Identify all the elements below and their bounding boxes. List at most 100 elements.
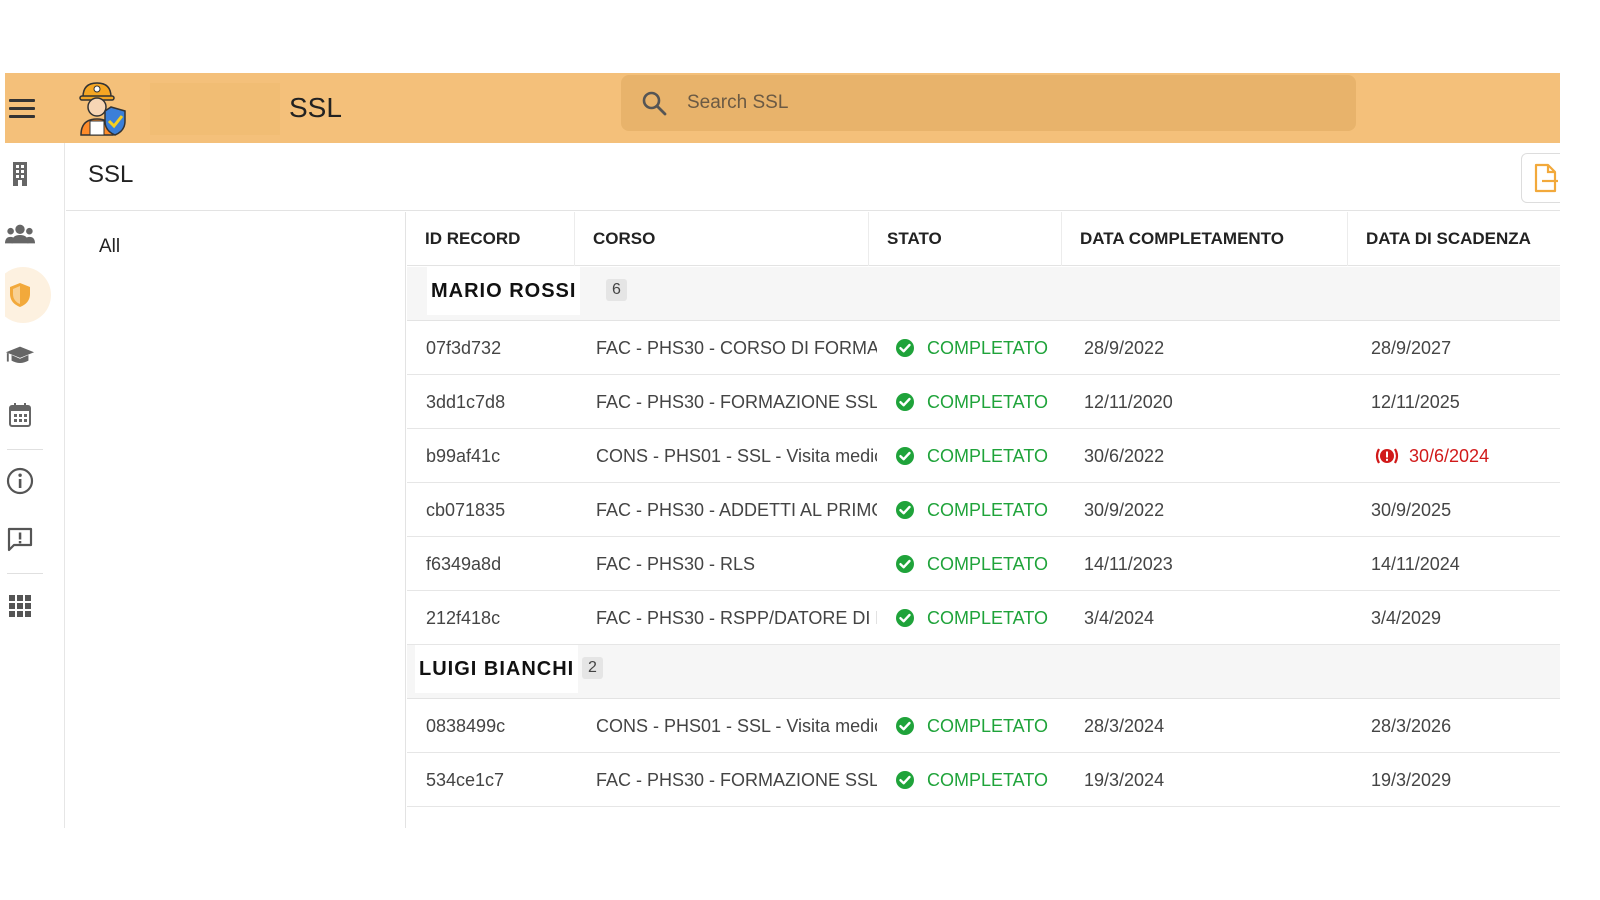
app-title: SSL: [289, 92, 342, 123]
cell-id-record: 3dd1c7d8: [426, 392, 506, 412]
nav-item-people[interactable]: [5, 219, 35, 249]
cell-id-record: 07f3d732: [426, 338, 502, 358]
status-label: COMPLETATO: [927, 716, 1049, 736]
cell-stato: COMPLETATO: [895, 537, 1065, 591]
table-row[interactable]: 0838499c CONS - PHS01 - SSL - Visita medi…: [407, 699, 1560, 753]
nav-item-feedback[interactable]: [5, 525, 35, 555]
expiry-date: 28/9/2027: [1371, 338, 1452, 358]
status-label: COMPLETATO: [927, 446, 1049, 466]
filter-panel: All: [66, 212, 406, 828]
expiry-date: 12/11/2025: [1371, 392, 1460, 412]
check-circle-icon: [896, 555, 914, 573]
expiry-date: 30/9/2025: [1371, 500, 1452, 520]
cell-id-record: f6349a8d: [426, 554, 502, 574]
column-header-data-completamento[interactable]: DATA COMPLETAMENTO: [1062, 212, 1348, 266]
check-circle-icon: [896, 771, 914, 789]
nav-item-building[interactable]: [5, 159, 35, 189]
cell-id-record: b99af41c: [426, 446, 501, 466]
cell-data-completamento: 12/11/2020: [1084, 392, 1173, 412]
group-row[interactable]: LUIGI BIANCHI 2: [407, 645, 1560, 699]
page-title: SSL: [88, 161, 134, 188]
cell-corso: CONS - PHS01 - SSL - Visita medic: [596, 446, 877, 466]
group-name: LUIGI BIANCHI: [415, 645, 579, 693]
status-label: COMPLETATO: [927, 338, 1049, 358]
cell-stato: COMPLETATO: [895, 753, 1065, 807]
check-circle-icon: [896, 339, 914, 357]
table-header: ID RECORD CORSO STATO DATA COMPLETAMENTO…: [407, 212, 1560, 266]
cell-data-completamento: 28/3/2024: [1084, 716, 1165, 736]
nav-item-apps[interactable]: [5, 591, 35, 621]
group-count-badge: 6: [606, 279, 627, 301]
calendar-icon: [9, 403, 31, 427]
table-row[interactable]: cb071835 FAC - PHS30 - ADDETTI AL PRIMO CO…: [407, 483, 1560, 537]
status-label: COMPLETATO: [927, 770, 1049, 790]
export-button[interactable]: [1521, 153, 1560, 203]
people-icon: [5, 224, 35, 244]
cell-data-completamento: 14/11/2023: [1084, 554, 1173, 574]
check-circle-icon: [896, 393, 914, 411]
cell-corso: FAC - PHS30 - FORMAZIONE SSL S: [596, 770, 877, 790]
top-bar: SSL: [5, 73, 1560, 143]
table-row[interactable]: f6349a8d FAC - PHS30 - RLS COMPLETATO 14/11…: [407, 537, 1560, 591]
info-icon: [6, 467, 34, 495]
cell-id-record: cb071835: [426, 500, 506, 520]
cell-stato: COMPLETATO: [895, 483, 1065, 537]
check-circle-icon: [896, 447, 914, 465]
cell-id-record: 212f418c: [426, 608, 501, 628]
records-table: ID RECORD CORSO STATO DATA COMPLETAMENTO…: [407, 212, 1560, 828]
column-header-id[interactable]: ID RECORD: [407, 212, 575, 266]
check-circle-icon: [896, 717, 914, 735]
search-input[interactable]: [687, 92, 1287, 114]
filter-all[interactable]: All: [99, 236, 120, 258]
status-label: COMPLETATO: [927, 608, 1049, 628]
cell-data-scadenza: 14/11/2024: [1371, 537, 1560, 591]
cell-corso: FAC - PHS30 - RLS: [596, 554, 756, 574]
group-row[interactable]: MARIO ROSSI 6: [407, 267, 1560, 321]
expiry-date: 28/3/2026: [1371, 716, 1452, 736]
rail-divider: [7, 449, 43, 450]
cell-data-scadenza: 28/9/2027: [1371, 321, 1560, 375]
column-header-stato[interactable]: STATO: [869, 212, 1062, 266]
group-count-badge: 2: [582, 657, 603, 679]
search-bar[interactable]: [621, 75, 1356, 131]
status-label: COMPLETATO: [927, 500, 1049, 520]
column-header-data-scadenza[interactable]: DATA DI SCADENZA: [1348, 212, 1560, 266]
status-label: COMPLETATO: [927, 554, 1049, 574]
group-name: MARIO ROSSI: [427, 267, 581, 315]
cell-data-completamento: 28/9/2022: [1084, 338, 1165, 358]
cell-data-completamento: 30/6/2022: [1084, 446, 1165, 466]
column-header-corso[interactable]: CORSO: [575, 212, 869, 266]
table-row[interactable]: b99af41c CONS - PHS01 - SSL - Visita medi…: [407, 429, 1560, 483]
search-icon: [642, 91, 667, 116]
building-icon: [13, 162, 27, 186]
nav-item-info[interactable]: [5, 466, 35, 496]
cell-stato: COMPLETATO: [895, 699, 1065, 753]
brand-placeholder: [150, 83, 280, 135]
check-circle-icon: [896, 609, 914, 627]
logo-worker-shield-icon: [79, 82, 126, 136]
feedback-icon: [7, 527, 33, 552]
cell-data-scadenza: 3/4/2029: [1371, 591, 1560, 645]
nav-item-shield[interactable]: [5, 280, 35, 310]
page-header: SSL: [66, 143, 1560, 211]
rail-divider: [7, 573, 43, 574]
nav-item-calendar[interactable]: [5, 400, 35, 430]
cell-data-scadenza: 30/9/2025: [1371, 483, 1560, 537]
expiry-date: 14/11/2024: [1371, 554, 1460, 574]
status-label: COMPLETATO: [927, 392, 1049, 412]
cell-corso: CONS - PHS01 - SSL - Visita medic: [596, 716, 877, 736]
table-row[interactable]: 534ce1c7 FAC - PHS30 - FORMAZIONE SSL S CO…: [407, 753, 1560, 807]
table-row[interactable]: 212f418c FAC - PHS30 - RSPP/DATORE DI L CO…: [407, 591, 1560, 645]
menu-icon[interactable]: [9, 93, 39, 123]
cell-data-scadenza: 12/11/2025: [1371, 375, 1560, 429]
cell-data-completamento: 3/4/2024: [1084, 608, 1155, 628]
expiry-date: 30/6/2024: [1409, 446, 1490, 466]
cell-id-record: 534ce1c7: [426, 770, 505, 790]
expiry-date: 19/3/2029: [1371, 770, 1452, 790]
table-row[interactable]: 3dd1c7d8 FAC - PHS30 - FORMAZIONE SSL S CO…: [407, 375, 1560, 429]
nav-item-courses[interactable]: [5, 340, 35, 370]
alert-icon: [1375, 448, 1399, 464]
navigation-rail: [5, 143, 65, 828]
cell-corso: FAC - PHS30 - CORSO DI FORMAZ: [596, 338, 877, 358]
table-row[interactable]: 07f3d732 FAC - PHS30 - CORSO DI FORMAZ COM…: [407, 321, 1560, 375]
